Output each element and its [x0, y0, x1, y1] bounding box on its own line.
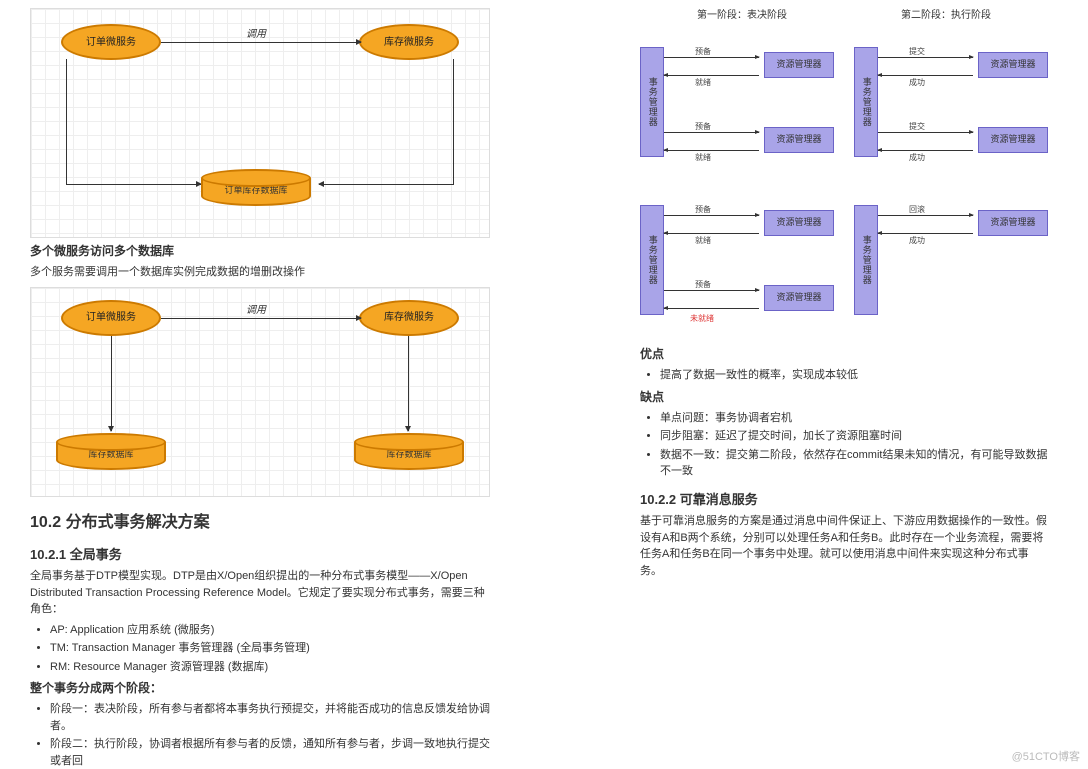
edge-call-label-2: 调用	[246, 303, 266, 318]
edge-ready: 就绪	[695, 152, 711, 164]
adv-item: 提高了数据一致性的概率，实现成本较低	[660, 367, 1048, 384]
role-rm: RM: Resource Manager 资源管理器 (数据库)	[50, 659, 490, 676]
advantages-heading: 优点	[640, 345, 1048, 363]
tm-box: 事务管理器	[640, 47, 664, 157]
edge-prepare: 预备	[695, 46, 711, 58]
rm-box: 资源管理器	[764, 52, 834, 78]
edge-success: 成功	[909, 235, 925, 247]
rm-box: 资源管理器	[978, 127, 1048, 153]
global-tx-desc: 全局事务基于DTP模型实现。DTP是由X/Open组织提出的一种分布式事务模型—…	[30, 568, 490, 618]
node-order-service: 订单微服务	[61, 24, 161, 60]
edge-commit: 提交	[909, 121, 925, 133]
reliable-msg-desc: 基于可靠消息服务的方案是通过消息中间件保证上、下游应用数据操作的一致性。假设有A…	[640, 513, 1048, 579]
edge-left-bottom	[66, 184, 201, 185]
roles-list: AP: Application 应用系统 (微服务) TM: Transacti…	[50, 622, 490, 676]
phase2-title: 第二阶段：执行阶段	[901, 8, 991, 23]
edge-prepare: 预备	[695, 279, 711, 291]
edge-call	[161, 42, 361, 43]
right-column: 第一阶段：表决阶段 第二阶段：执行阶段 事务管理器 资源管理器 资源管理器 预备…	[520, 0, 1088, 769]
db-cylinder: 订单库存数据库	[201, 169, 311, 206]
edge-call-2	[161, 318, 361, 319]
node-order-service-2: 订单微服务	[61, 300, 161, 336]
diagram-single-db: 订单微服务 库存微服务 调用 订单库存数据库	[30, 8, 490, 238]
diagram-multi-db: 订单微服务 库存微服务 调用 库存数据库 库存数据库	[30, 287, 490, 497]
edge-success: 成功	[909, 152, 925, 164]
heading-10-2: 10.2 分布式事务解决方案	[30, 511, 490, 535]
rm-box: 资源管理器	[764, 285, 834, 311]
edge-prepare: 预备	[695, 121, 711, 133]
rm-box: 资源管理器	[978, 210, 1048, 236]
quad-phase2-commit: 事务管理器 资源管理器 资源管理器 提交 成功 提交 成功	[854, 27, 1048, 177]
db-left-cyl: 库存数据库	[56, 433, 166, 470]
disadvantages-heading: 缺点	[640, 388, 1048, 406]
edge-right-bottom	[319, 184, 454, 185]
watermark: @51CTO博客	[1012, 749, 1080, 766]
role-tm: TM: Transaction Manager 事务管理器 (全局事务管理)	[50, 640, 490, 657]
node-stock-service-2: 库存微服务	[359, 300, 459, 336]
phase-1-desc: 阶段一：表决阶段，所有参与者都将本事务执行预提交，并将能否成功的信息反馈发给协调…	[50, 701, 490, 734]
edge-commit: 提交	[909, 46, 925, 58]
edge-rollback: 回滚	[909, 204, 925, 216]
advantages-list: 提高了数据一致性的概率，实现成本较低	[660, 367, 1048, 384]
edge-success: 成功	[909, 77, 925, 89]
two-phase-heading: 整个事务分成两个阶段：	[30, 679, 490, 697]
edge-ready: 就绪	[695, 77, 711, 89]
dis-item: 单点问题：事务协调者宕机	[660, 410, 1048, 427]
dis-item: 数据不一致：提交第二阶段，依然存在commit结果未知的情况，有可能导致数据不一…	[660, 447, 1048, 480]
edge-order-to-db	[111, 336, 112, 431]
rm-box: 资源管理器	[978, 52, 1048, 78]
tm-box: 事务管理器	[640, 205, 664, 315]
phase-desc-list: 阶段一：表决阶段，所有参与者都将本事务执行预提交，并将能否成功的信息反馈发给协调…	[50, 701, 490, 769]
node-stock-service: 库存微服务	[359, 24, 459, 60]
heading-10-2-2: 10.2.2 可靠消息服务	[640, 490, 1048, 510]
multi-db-desc: 多个服务需要调用一个数据库实例完成数据的增删改操作	[30, 264, 490, 281]
dis-item: 同步阻塞：延迟了提交时间，加长了资源阻塞时间	[660, 428, 1048, 445]
edge-call-label: 调用	[246, 27, 266, 42]
disadvantages-list: 单点问题：事务协调者宕机 同步阻塞：延迟了提交时间，加长了资源阻塞时间 数据不一…	[660, 410, 1048, 480]
quad-phase1-ok: 事务管理器 资源管理器 资源管理器 预备 就绪 预备 就绪	[640, 27, 834, 177]
edge-notready: 未就绪	[690, 313, 714, 325]
role-ap: AP: Application 应用系统 (微服务)	[50, 622, 490, 639]
edge-left-down	[66, 59, 67, 184]
quad-phase1-fail: 事务管理器 资源管理器 资源管理器 预备 就绪 预备 未就绪	[640, 185, 834, 335]
db-right-cyl: 库存数据库	[354, 433, 464, 470]
two-phase-diagram: 第一阶段：表决阶段 第二阶段：执行阶段 事务管理器 资源管理器 资源管理器 预备…	[640, 8, 1048, 335]
heading-10-2-1: 10.2.1 全局事务	[30, 545, 490, 565]
multi-db-heading: 多个微服务访问多个数据库	[30, 242, 490, 260]
edge-ready: 就绪	[695, 235, 711, 247]
left-column: 订单微服务 库存微服务 调用 订单库存数据库 多个微服务访问多个数据库 多个服务…	[0, 0, 520, 769]
edge-prepare: 预备	[695, 204, 711, 216]
rm-box: 资源管理器	[764, 127, 834, 153]
tm-box: 事务管理器	[854, 47, 878, 157]
quad-phase2-rollback: 事务管理器 资源管理器 回滚 成功	[854, 185, 1048, 335]
edge-right-down	[453, 59, 454, 184]
edge-stock-to-db	[408, 336, 409, 431]
tm-box: 事务管理器	[854, 205, 878, 315]
rm-box: 资源管理器	[764, 210, 834, 236]
phase1-title: 第一阶段：表决阶段	[697, 8, 787, 23]
phase-2-desc: 阶段二：执行阶段，协调者根据所有参与者的反馈，通知所有参与者，步调一致地执行提交…	[50, 736, 490, 769]
